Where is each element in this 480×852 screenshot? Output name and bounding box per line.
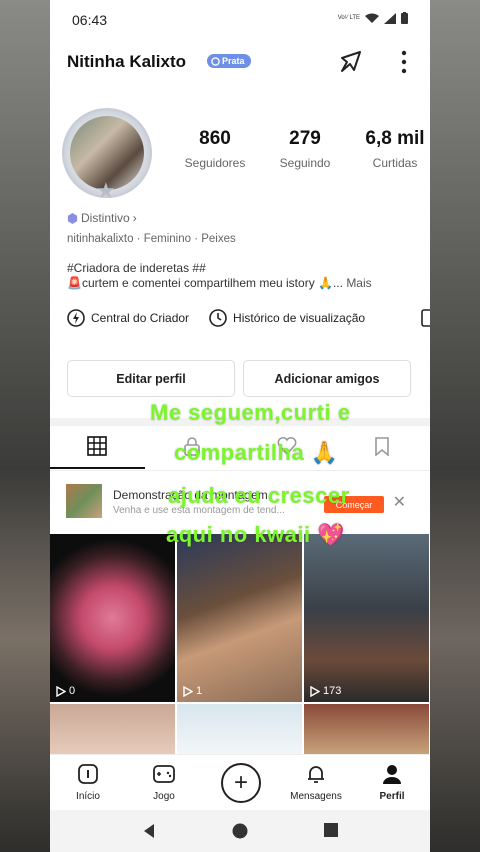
video-thumbnail[interactable]: 173 [304, 534, 429, 702]
back-icon[interactable] [142, 823, 156, 839]
rank-badge[interactable]: Prata [207, 54, 251, 68]
recents-icon[interactable] [324, 823, 338, 837]
view-history-label: Histórico de visualização [233, 311, 366, 325]
stat-label: Seguidores [184, 156, 246, 170]
add-friends-button[interactable]: Adicionar amigos [243, 360, 411, 397]
active-tab-indicator [50, 467, 145, 469]
chevron-right-icon: › [132, 211, 137, 225]
profile-meta: nitinhakalixto · Feminino · Peixes [67, 233, 236, 245]
distintivo-link[interactable]: Distintivo › [67, 211, 137, 225]
stat-following[interactable]: 279 Seguindo [260, 128, 350, 170]
video-thumbnail[interactable] [304, 704, 429, 754]
creator-center-button[interactable]: Central do Criador [67, 309, 189, 327]
stat-value: 860 [199, 128, 231, 149]
create-plus-button[interactable]: + [221, 763, 261, 803]
nav-home-label: Início [76, 791, 100, 802]
view-count-value: 173 [323, 685, 342, 697]
stat-likes[interactable]: 6,8 mil Curtidas [350, 128, 430, 170]
stat-value: 279 [289, 128, 321, 149]
wifi-icon [365, 13, 379, 23]
edit-profile-button[interactable]: Editar perfil [67, 360, 235, 397]
nav-profile[interactable]: Perfil [362, 763, 422, 802]
stat-followers[interactable]: 860 Seguidores [170, 128, 260, 170]
distintivo-label: Distintivo [81, 211, 130, 225]
battery-icon [401, 12, 408, 24]
overlay-text-line-1: Me seguem,curti e [150, 400, 351, 425]
profile-actions: Editar perfil Adicionar amigos [67, 360, 411, 397]
promo-thumbnail [66, 484, 102, 518]
status-icons: Vo¹⁄ LTE [338, 12, 408, 24]
profile-name: Nitinha Kalixto [67, 52, 187, 71]
creator-tools: Central do Criador Histórico de visualiz… [67, 309, 365, 327]
share-icon[interactable] [338, 49, 364, 75]
creator-center-label: Central do Criador [91, 311, 190, 325]
lightning-icon [67, 309, 85, 327]
system-navigation-bar [50, 810, 430, 852]
overlay-text-line-4: aqui no kwaii 💖 [166, 522, 346, 547]
status-time: 06:43 [72, 12, 108, 28]
nav-game-label: Jogo [153, 791, 175, 802]
view-count: 0 [56, 685, 75, 697]
signal-icon [384, 12, 396, 24]
nav-messages[interactable]: Mensagens [286, 763, 346, 802]
nav-messages-label: Mensagens [290, 791, 342, 802]
more-options-icon[interactable] [400, 50, 408, 74]
nav-game[interactable]: Jogo [134, 763, 194, 802]
plus-icon: + [233, 769, 248, 796]
home-circle-icon[interactable] [232, 823, 248, 839]
home-icon [78, 764, 98, 784]
document-icon[interactable] [420, 308, 430, 328]
play-icon [310, 685, 320, 697]
play-icon [56, 685, 66, 697]
play-icon [183, 685, 193, 697]
view-count-value: 0 [69, 685, 76, 697]
overlay-text-line-2: compartilha 🙏 [174, 440, 339, 465]
video-thumbnail[interactable]: 0 [50, 534, 175, 702]
nav-home[interactable]: Início [58, 763, 118, 802]
video-thumbnail[interactable] [177, 704, 302, 754]
user-icon [383, 765, 401, 784]
view-count-value: 1 [196, 685, 203, 697]
bio-line-1: #Criadora de inderetas ## [67, 261, 206, 275]
network-label: Vo¹⁄ LTE [337, 15, 360, 21]
hexagon-icon [67, 212, 78, 224]
view-count: 1 [183, 685, 202, 697]
bell-icon [308, 766, 324, 783]
medal-icon [211, 56, 220, 66]
video-thumbnail[interactable] [50, 704, 175, 754]
profile-stats: 860 Seguidores 279 Seguindo 6,8 mil Curt… [170, 128, 430, 170]
view-count: 173 [310, 685, 341, 697]
bottom-navigation: Início Jogo + Mensagens Perfil [50, 754, 430, 811]
overlay-text-line-3: ajuda eu crescer [168, 483, 350, 508]
star-icon: ★ [96, 178, 116, 203]
tab-grid-icon[interactable] [87, 436, 107, 456]
nav-profile-label: Perfil [379, 791, 405, 802]
stat-value: 6,8 mil [365, 128, 425, 149]
stat-label: Seguindo [279, 156, 331, 170]
clock-icon [209, 309, 227, 327]
view-history-button[interactable]: Histórico de visualização [209, 309, 365, 327]
avatar[interactable]: ★ [62, 108, 152, 203]
video-thumbnail[interactable]: 1 [177, 534, 302, 702]
bio-more-link[interactable]: Mais [346, 276, 371, 290]
profile-header: Nitinha Kalixto Prata [50, 44, 430, 80]
stat-label: Curtidas [372, 156, 418, 170]
rank-badge-label: Prata [222, 56, 245, 66]
status-bar: 06:43 Vo¹⁄ LTE [50, 0, 430, 40]
bio-line-2: 🚨curtem e comentei compartilhem meu isto… [67, 276, 417, 290]
phone-screen: 06:43 Vo¹⁄ LTE Nitinha Kalixto Prata ★ 8… [50, 0, 430, 852]
gamepad-icon [153, 765, 175, 783]
bio-text: 🚨curtem e comentei compartilhem meu isto… [67, 276, 343, 290]
